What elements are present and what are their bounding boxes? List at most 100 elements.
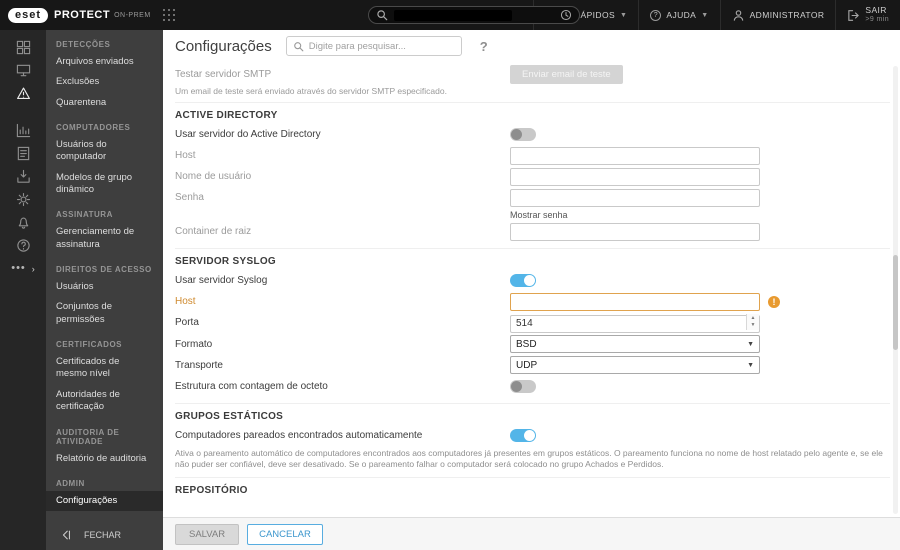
sidebar-collapse-button[interactable]: FECHAR [46, 520, 163, 550]
ad-host-label: Host [175, 150, 196, 161]
sidebar-item-usuarios-do-computador[interactable]: Usuários do computador [46, 135, 163, 168]
sidebar-item-configuracoes[interactable]: Configurações [46, 490, 163, 512]
sidebar-section-certificados: CERTIFICADOS [56, 340, 122, 350]
warning-icon: ! [768, 295, 780, 308]
syslog-use-row: Usar servidor Syslog [175, 270, 890, 291]
ad-root-container-row: Container de raiz [175, 221, 890, 242]
installers-icon[interactable] [16, 169, 31, 184]
save-button[interactable]: SALVAR [175, 523, 240, 545]
chevron-down-icon: ▼ [747, 340, 754, 348]
action-bar: SALVAR CANCELAR [163, 517, 900, 550]
ad-use-row: Usar servidor do Active Directory [175, 124, 890, 145]
brand: eset PROTECT ON-PREM [0, 7, 151, 23]
tasks-icon[interactable] [16, 146, 31, 161]
ad-username-row: Nome de usuário [175, 166, 890, 187]
scrollbar-thumb[interactable] [893, 255, 898, 350]
computers-icon[interactable] [16, 63, 31, 78]
help-menu[interactable]: ? AJUDA ▼ [638, 0, 719, 30]
ad-host-input[interactable] [510, 146, 760, 165]
topbar-menu: LINKS RÁPIDOS ▼ ? AJUDA ▼ ADMINISTRATOR … [532, 0, 900, 30]
smtp-test-label: Testar servidor SMTP [175, 69, 272, 80]
reports-icon[interactable] [16, 123, 31, 138]
ad-password-input[interactable] [510, 188, 760, 207]
sidebar-section-computadores: COMPUTADORES [56, 123, 131, 133]
redacted-search-text [394, 9, 512, 21]
status-overview-icon[interactable] [16, 238, 31, 253]
search-icon [293, 41, 304, 51]
policies-icon[interactable] [16, 192, 31, 207]
syslog-octet-toggle[interactable] [510, 379, 536, 393]
sidebar-item-modelos-grupo-dinamico[interactable]: Modelos de grupo dinâmico [46, 168, 163, 201]
syslog-octet-row: Estrutura com contagem de octeto [175, 376, 890, 397]
settings-form: Testar servidor SMTP Enviar email de tes… [163, 64, 890, 517]
show-password-row: Mostrar senha [175, 208, 890, 221]
syslog-host-row: Host ! [175, 291, 890, 312]
main-header: Configurações ? [163, 30, 900, 56]
send-test-email-button[interactable]: Enviar email de teste [510, 65, 623, 84]
icon-rail: ••• › [0, 30, 46, 550]
cancel-button[interactable]: CANCELAR [247, 523, 323, 545]
pairing-toggle[interactable] [510, 428, 536, 442]
logout-icon [848, 9, 860, 21]
syslog-host-input[interactable] [510, 292, 760, 311]
notifications-icon[interactable] [16, 215, 31, 230]
sidebar-section-admin: ADMIN [56, 478, 85, 488]
pairing-row: Computadores pareados encontrados automa… [175, 425, 890, 446]
help-icon[interactable]: ? [480, 39, 488, 54]
sidebar-item-exclusoes[interactable]: Exclusões [46, 72, 163, 92]
edition-label: ON-PREM [114, 11, 151, 19]
syslog-octet-label: Estrutura com contagem de octeto [175, 380, 328, 392]
settings-search[interactable] [285, 36, 462, 56]
ad-use-toggle[interactable] [510, 128, 536, 141]
detections-icon[interactable] [16, 86, 31, 101]
logout-label: SAIR [865, 5, 887, 16]
more-icon[interactable]: ••• › [11, 263, 35, 274]
dashboard-icon[interactable] [16, 40, 31, 55]
sidebar-item-arquivos-enviados[interactable]: Arquivos enviados [46, 52, 163, 72]
syslog-use-label: Usar servidor Syslog [175, 275, 268, 286]
ad-use-label: Usar servidor do Active Directory [175, 129, 321, 140]
syslog-use-toggle[interactable] [510, 274, 536, 287]
section-title-syslog: SERVIDOR SYSLOG [175, 248, 890, 267]
user-label: ADMINISTRATOR [749, 10, 825, 20]
section-title-static-groups: GRUPOS ESTÁTICOS [175, 402, 890, 422]
apps-grid-icon[interactable] [162, 8, 176, 22]
pairing-label: Computadores pareados encontrados automa… [175, 429, 423, 441]
settings-search-input[interactable] [308, 40, 455, 52]
syslog-format-select[interactable]: BSD ▼ [510, 335, 760, 353]
smtp-test-note: Um email de teste será enviado através d… [175, 86, 447, 96]
global-search-input[interactable] [368, 6, 580, 24]
sidebar-item-gerenciamento-assinatura[interactable]: Gerenciamento de assinatura [46, 222, 163, 255]
chevron-right-icon: › [31, 263, 35, 274]
ad-username-label: Nome de usuário [175, 171, 252, 182]
sidebar-item-relatorio-auditoria[interactable]: Relatório de auditoria [46, 449, 163, 469]
sidebar-item-quarentena[interactable]: Quarentena [46, 93, 163, 113]
section-title-repository: REPOSITÓRIO [175, 477, 890, 496]
logout-button[interactable]: SAIR >9 min [835, 0, 900, 30]
ad-username-input[interactable] [510, 167, 760, 186]
sidebar-item-autoridades-certificacao[interactable]: Autoridades de certificação [46, 385, 163, 418]
sidebar-item-usuarios[interactable]: Usuários [46, 277, 163, 297]
chevron-down-icon: ▼ [747, 361, 754, 369]
spinner-icon[interactable]: ▲ ▼ [746, 314, 759, 330]
user-menu[interactable]: ADMINISTRATOR [719, 0, 836, 30]
syslog-format-value: BSD [516, 338, 537, 350]
page-title: Configurações [175, 37, 272, 55]
help-circle-icon: ? [650, 9, 662, 21]
syslog-transport-select[interactable]: UDP ▼ [510, 356, 760, 374]
syslog-format-label: Formato [175, 338, 213, 350]
ad-password-label: Senha [175, 192, 204, 203]
eset-logo: eset [8, 7, 49, 23]
sidebar-item-conjuntos-permissoes[interactable]: Conjuntos de permissões [46, 297, 163, 330]
sidebar-item-certificados-mesmo-nivel[interactable]: Certificados de mesmo nível [46, 352, 163, 385]
ad-password-row: Senha [175, 187, 890, 208]
syslog-port-input[interactable] [510, 314, 760, 333]
syslog-port-label: Porta [175, 317, 199, 329]
clock-icon[interactable] [560, 9, 572, 21]
ellipsis-icon: ••• [11, 262, 26, 274]
session-timeout: >9 min [865, 15, 889, 23]
syslog-port-row: Porta ▲▼ [175, 312, 890, 334]
pairing-description: Ativa o pareamento automático de computa… [175, 447, 883, 470]
show-password-link[interactable]: Mostrar senha [510, 210, 568, 220]
ad-root-container-input[interactable] [510, 222, 760, 241]
